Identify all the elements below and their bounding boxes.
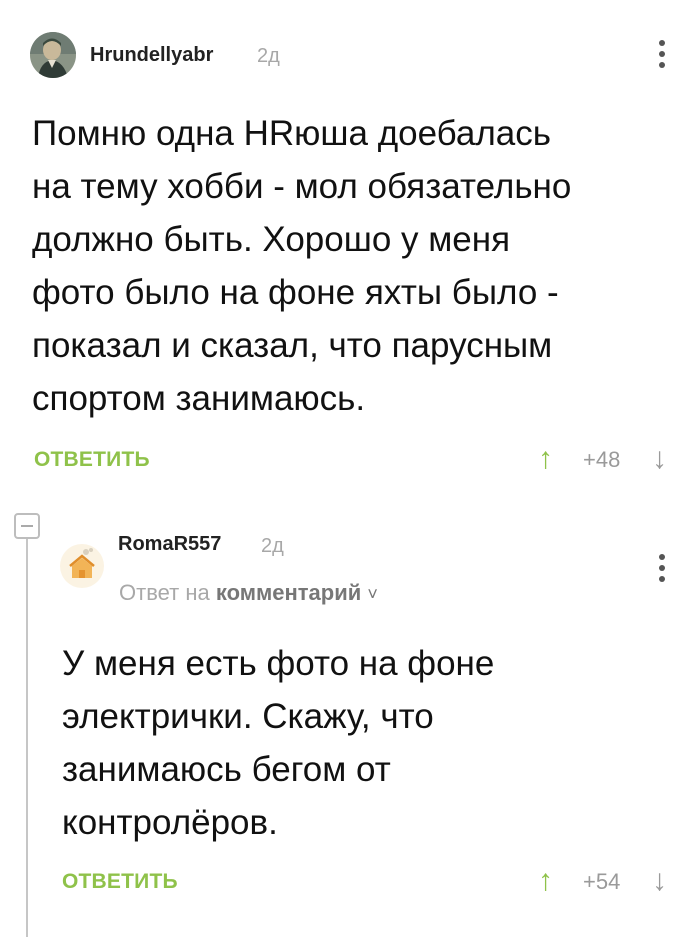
timestamp: 2д	[257, 45, 280, 67]
text-line: контролёров.	[62, 803, 278, 842]
text-line: электрички. Скажу, что	[62, 697, 434, 736]
downvote-arrow-icon[interactable]: ↓	[652, 866, 667, 896]
timestamp: 2д	[261, 535, 284, 557]
avatar[interactable]	[30, 32, 76, 78]
collapse-thread-icon[interactable]	[14, 513, 40, 539]
reply-to-target[interactable]: комментарий	[216, 580, 361, 605]
username[interactable]: RomaR557	[118, 533, 221, 556]
downvote-arrow-icon[interactable]: ↓	[652, 444, 667, 474]
upvote-arrow-icon[interactable]: ↑	[538, 444, 553, 474]
upvote-arrow-icon[interactable]: ↑	[538, 866, 553, 896]
text-line: должно быть. Хорошо у меня	[32, 220, 511, 259]
comment-text: У меня есть фото на фоне электрички. Ска…	[62, 637, 682, 849]
text-line: показал и сказал, что парусным	[32, 326, 553, 365]
avatar[interactable]	[60, 544, 104, 588]
kebab-menu-icon[interactable]	[652, 40, 672, 73]
kebab-menu-icon[interactable]	[652, 554, 672, 587]
reply-button[interactable]: ОТВЕТИТЬ	[62, 870, 178, 894]
comment-text: Помню одна HRюша доебалась на тему хобби…	[32, 107, 682, 425]
user-avatar-icon	[60, 544, 104, 588]
reply-to-link[interactable]: Ответ на комментарий ˅	[119, 580, 378, 606]
rating-value: +48	[583, 447, 621, 472]
text-line: занимаюсь бегом от	[62, 750, 391, 789]
user-avatar-icon	[30, 32, 76, 78]
text-line: фото было на фоне яхты было -	[32, 273, 559, 312]
reply-to-prefix: Ответ на	[119, 580, 210, 605]
text-line: У меня есть фото на фоне	[62, 644, 495, 683]
text-line: Помню одна HRюша доебалась	[32, 114, 551, 153]
text-line: на тему хобби - мол обязательно	[32, 167, 572, 206]
thread-line[interactable]	[26, 539, 28, 937]
text-line: спортом занимаюсь.	[32, 379, 366, 418]
reply-button[interactable]: ОТВЕТИТЬ	[34, 448, 150, 472]
rating-value: +54	[583, 869, 621, 894]
chevron-down-icon[interactable]: ˅	[367, 584, 378, 604]
username[interactable]: Hrundellyabr	[90, 44, 213, 67]
